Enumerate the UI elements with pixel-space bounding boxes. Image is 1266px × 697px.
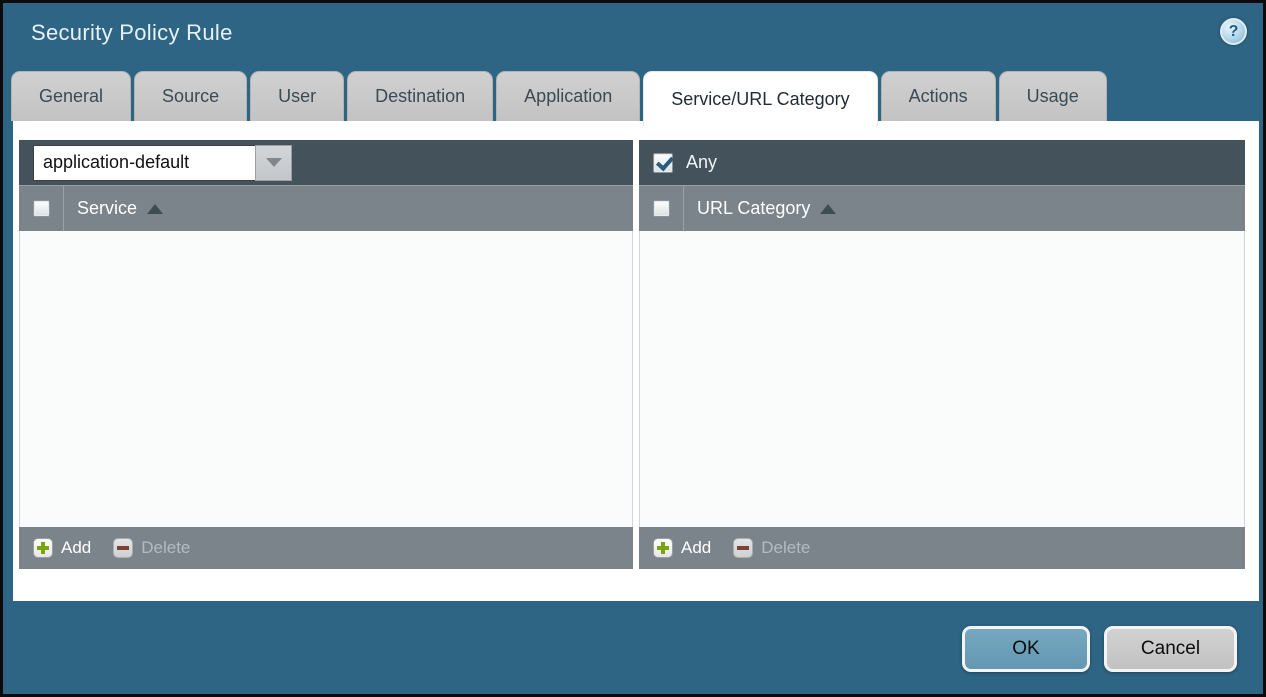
any-checkbox[interactable] <box>653 153 673 173</box>
panels-container: Service Add Delete <box>19 140 1245 569</box>
cancel-button[interactable]: Cancel <box>1104 626 1237 672</box>
add-button-label: Add <box>61 538 91 558</box>
service-type-combobox[interactable] <box>33 145 292 181</box>
service-panel-footer: Add Delete <box>19 527 633 569</box>
sort-ascending-icon <box>820 204 836 214</box>
tab-user[interactable]: User <box>250 71 344 121</box>
tab-source[interactable]: Source <box>134 71 247 121</box>
plus-icon <box>653 538 673 558</box>
tab-usage[interactable]: Usage <box>999 71 1107 121</box>
delete-url-category-button: Delete <box>733 538 810 558</box>
dialog-content: Service Add Delete <box>13 121 1259 601</box>
service-type-dropdown-button[interactable] <box>255 145 292 181</box>
minus-icon <box>733 538 753 558</box>
add-button-label: Add <box>681 538 711 558</box>
minus-icon <box>113 538 133 558</box>
url-category-table-header: URL Category <box>639 186 1245 231</box>
url-category-column-label: URL Category <box>697 198 810 219</box>
select-all-services-checkbox[interactable] <box>33 200 50 217</box>
service-column-header[interactable]: Service <box>64 186 163 231</box>
dialog-title: Security Policy Rule <box>31 20 233 46</box>
delete-service-button: Delete <box>113 538 190 558</box>
security-policy-rule-dialog: Security Policy Rule ? <box>0 0 1266 697</box>
add-url-category-button[interactable]: Add <box>653 538 711 558</box>
service-type-input[interactable] <box>33 145 255 181</box>
any-checkbox-row: Any <box>653 152 717 173</box>
url-category-column-header[interactable]: URL Category <box>684 186 836 231</box>
chevron-down-icon <box>266 158 282 167</box>
add-service-button[interactable]: Add <box>33 538 91 558</box>
ok-button[interactable]: OK <box>962 626 1090 672</box>
delete-button-label: Delete <box>141 538 190 558</box>
tab-destination[interactable]: Destination <box>347 71 493 121</box>
tab-general[interactable]: General <box>11 71 131 121</box>
delete-button-label: Delete <box>761 538 810 558</box>
service-list-body[interactable] <box>19 231 633 527</box>
url-category-panel-footer: Add Delete <box>639 527 1245 569</box>
service-table-header: Service <box>19 186 633 231</box>
help-icon[interactable]: ? <box>1220 18 1247 45</box>
plus-icon <box>33 538 53 558</box>
tab-application[interactable]: Application <box>496 71 640 121</box>
select-all-url-categories-checkbox[interactable] <box>653 200 670 217</box>
any-checkbox-label: Any <box>686 152 717 173</box>
service-panel-topbar <box>19 140 633 186</box>
tab-bar: General Source User Destination Applicat… <box>11 71 1255 126</box>
url-category-panel: Any URL Category Add <box>639 140 1245 569</box>
sort-ascending-icon <box>147 204 163 214</box>
tab-actions[interactable]: Actions <box>881 71 996 121</box>
url-category-panel-topbar: Any <box>639 140 1245 186</box>
service-panel: Service Add Delete <box>19 140 633 569</box>
url-category-list-body[interactable] <box>639 231 1245 527</box>
service-column-label: Service <box>77 198 137 219</box>
tab-service-url-category[interactable]: Service/URL Category <box>643 71 877 126</box>
dialog-button-row: OK Cancel <box>962 626 1237 672</box>
